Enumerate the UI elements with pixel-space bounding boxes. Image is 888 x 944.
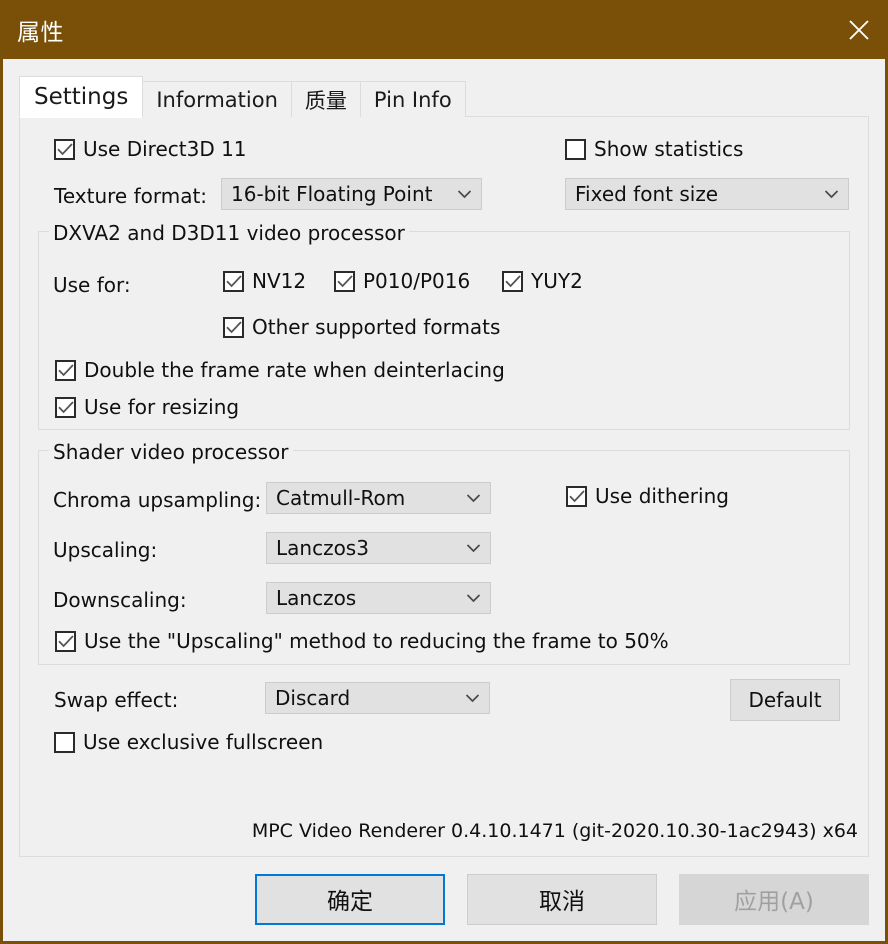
top-options-group: Use Direct3D 11 Texture format: 16-bit F… [38, 131, 850, 223]
swap-effect-value: Discard [275, 686, 351, 710]
close-icon [849, 19, 869, 40]
checkbox-box [223, 270, 244, 292]
check-icon [57, 363, 74, 376]
dxva2-group-title: DXVA2 and D3D11 video processor [49, 221, 409, 245]
other-supported-formats-checkbox[interactable]: Other supported formats [223, 315, 500, 339]
title-bar: 属性 [0, 0, 888, 59]
chevron-down-icon [818, 189, 844, 199]
dxva2-group: DXVA2 and D3D11 video processor Use for:… [38, 221, 850, 430]
check-icon [57, 634, 74, 647]
check-icon [57, 400, 74, 413]
ok-button[interactable]: 确定 [255, 873, 445, 925]
upscaling-label: Upscaling: [53, 538, 158, 562]
check-icon [336, 274, 353, 287]
shader-group-title: Shader video processor [49, 440, 293, 464]
downscaling-label: Downscaling: [53, 588, 187, 612]
use-for-resizing-checkbox[interactable]: Use for resizing [55, 395, 239, 419]
checkbox-box [55, 359, 76, 381]
texture-format-value: 16-bit Floating Point [231, 182, 433, 206]
use-upscaling-reduce-checkbox[interactable]: Use the "Upscaling" method to reducing t… [55, 629, 669, 653]
texture-format-label: Texture format: [54, 184, 208, 208]
checkbox-box [565, 138, 586, 160]
upscaling-value: Lanczos3 [276, 536, 369, 560]
tabstrip: Settings Information 质量 Pin Info [19, 75, 869, 118]
font-size-select[interactable]: Fixed font size [565, 178, 849, 210]
checkbox-box [55, 630, 76, 652]
properties-dialog: 属性 Settings Information 质量 Pin Info Use … [0, 0, 888, 944]
settings-panel: Use Direct3D 11 Texture format: 16-bit F… [19, 116, 869, 857]
tab-information[interactable]: Information [142, 81, 292, 117]
cancel-button-label: 取消 [539, 889, 585, 915]
chevron-down-icon [460, 493, 486, 503]
use-dithering-label: Use dithering [595, 484, 729, 508]
use-direct3d11-label: Use Direct3D 11 [83, 137, 247, 161]
checkbox-box [54, 731, 75, 753]
check-icon [568, 489, 585, 502]
use-for-label: Use for: [53, 273, 131, 297]
dialog-buttons: 确定 取消 应用(A) [3, 857, 885, 941]
version-text: MPC Video Renderer 0.4.10.1471 (git-2020… [251, 820, 858, 842]
checkbox-box [54, 138, 75, 160]
swap-effect-label: Swap effect: [54, 688, 179, 712]
close-button[interactable] [830, 0, 888, 59]
swap-effect-select[interactable]: Discard [265, 682, 490, 714]
use-upscaling-reduce-label: Use the "Upscaling" method to reducing t… [84, 629, 669, 653]
check-icon [225, 274, 242, 287]
check-icon [225, 320, 242, 333]
use-direct3d11-checkbox[interactable]: Use Direct3D 11 [54, 137, 247, 161]
texture-format-select[interactable]: 16-bit Floating Point [221, 178, 482, 210]
tab-settings[interactable]: Settings [19, 76, 144, 118]
tab-quality[interactable]: 质量 [290, 81, 361, 117]
check-icon [504, 274, 521, 287]
chroma-upsampling-label: Chroma upsampling: [53, 488, 262, 512]
format-p010-p016-checkbox[interactable]: P010/P016 [334, 269, 470, 293]
format-yuy2-checkbox[interactable]: YUY2 [502, 269, 583, 293]
use-dithering-checkbox[interactable]: Use dithering [566, 484, 729, 508]
format-yuy2-label: YUY2 [531, 269, 583, 293]
tab-area: Settings Information 质量 Pin Info Use Dir… [3, 59, 885, 857]
downscaling-value: Lanczos [276, 586, 357, 610]
cancel-button[interactable]: 取消 [467, 873, 657, 925]
checkbox-box [55, 396, 76, 418]
show-statistics-label: Show statistics [594, 137, 744, 161]
default-button-label: Default [748, 688, 822, 712]
double-frame-rate-checkbox[interactable]: Double the frame rate when deinterlacing [55, 358, 505, 382]
font-size-value: Fixed font size [575, 182, 719, 206]
swap-effect-area: Swap effect: Discard Default Use exclusi… [38, 679, 850, 779]
ok-button-label: 确定 [327, 889, 373, 915]
chevron-down-icon [459, 693, 485, 703]
use-exclusive-fullscreen-label: Use exclusive fullscreen [83, 730, 324, 754]
format-p010-p016-label: P010/P016 [363, 269, 471, 293]
double-frame-rate-label: Double the frame rate when deinterlacing [84, 358, 505, 382]
use-for-resizing-label: Use for resizing [84, 395, 240, 419]
tab-settings-label: Settings [34, 84, 129, 110]
use-exclusive-fullscreen-checkbox[interactable]: Use exclusive fullscreen [54, 730, 323, 754]
tab-quality-label: 质量 [304, 88, 347, 113]
chevron-down-icon [460, 593, 486, 603]
chroma-upsampling-select[interactable]: Catmull-Rom [266, 482, 491, 514]
tab-information-label: Information [156, 87, 278, 112]
show-statistics-checkbox[interactable]: Show statistics [565, 137, 743, 161]
apply-button[interactable]: 应用(A) [679, 873, 869, 925]
apply-button-label: 应用(A) [734, 889, 814, 915]
upscaling-select[interactable]: Lanczos3 [266, 532, 491, 564]
format-nv12-label: NV12 [252, 269, 307, 293]
chroma-upsampling-value: Catmull-Rom [276, 486, 406, 510]
downscaling-select[interactable]: Lanczos [266, 582, 491, 614]
other-supported-formats-label: Other supported formats [252, 315, 501, 339]
format-nv12-checkbox[interactable]: NV12 [223, 269, 306, 293]
tab-pin-info-label: Pin Info [373, 87, 452, 112]
checkbox-box [334, 270, 355, 292]
chevron-down-icon [460, 543, 486, 553]
check-icon [56, 142, 73, 155]
default-button[interactable]: Default [730, 679, 840, 721]
tab-pin-info[interactable]: Pin Info [359, 81, 466, 117]
shader-group: Shader video processor Chroma upsampling… [38, 440, 850, 665]
window-title: 属性 [17, 19, 64, 46]
checkbox-box [502, 270, 523, 292]
checkbox-box [566, 485, 587, 507]
checkbox-box [223, 316, 244, 338]
chevron-down-icon [451, 189, 477, 199]
